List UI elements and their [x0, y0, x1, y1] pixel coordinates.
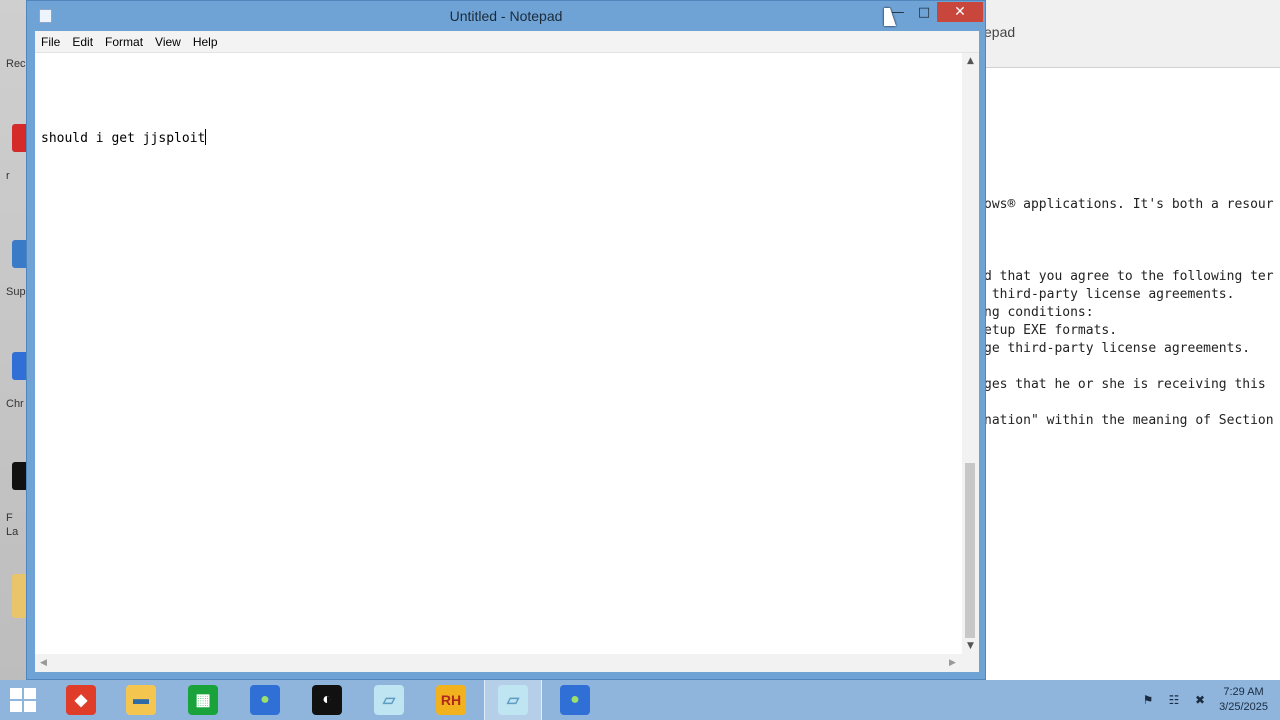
windows-logo-icon [10, 688, 22, 699]
background-text-line [984, 394, 1274, 412]
maximize-button[interactable]: □ [911, 2, 937, 22]
volume-muted-icon[interactable]: ✖ [1193, 693, 1207, 707]
mouse-pointer-icon [884, 8, 896, 26]
notepad-titlebar[interactable]: Untitled - Notepad — □ ✕ [27, 1, 985, 31]
editor-text[interactable]: should i get jjsploit [41, 129, 207, 146]
windows-logo-pane [24, 688, 36, 699]
taskbar: ◆ ▬ ▦ ● ◐ ▱ RH ▱ ● ⚑ ☷ ✖ 7:29 AM 3/25/2025 [0, 680, 1280, 720]
taskbar-button-file-explorer[interactable]: ▬ [112, 680, 170, 720]
rh-icon: RH [436, 685, 466, 715]
background-text-line [984, 358, 1274, 376]
taskbar-button-rh[interactable]: RH [422, 680, 480, 720]
background-notepad-window[interactable]: epad ows® applications. It's both a reso… [980, 0, 1280, 680]
background-text-line: ge third-party license agreements. [984, 341, 1251, 356]
notepad-active-icon: ▱ [498, 685, 528, 715]
menu-bar: File Edit Format View Help [35, 31, 979, 52]
clock-time: 7:29 AM [1223, 686, 1264, 698]
text-editor-area[interactable]: should i get jjsploit ▲ ▼ ◀ ▶ [35, 52, 979, 672]
taskbar-button-chrome[interactable]: ● [546, 680, 604, 720]
notepad-window[interactable]: Untitled - Notepad — □ ✕ File Edit Forma… [26, 0, 986, 680]
taskbar-button-browser[interactable]: ● [236, 680, 294, 720]
flag-icon[interactable]: ⚑ [1141, 693, 1155, 707]
taskbar-button-notepad-active[interactable]: ▱ [484, 680, 542, 720]
gamemaker-icon: ◆ [66, 685, 96, 715]
scroll-left-arrow-icon[interactable]: ◀ [35, 654, 52, 672]
desktop-icon-label: F [6, 512, 13, 524]
vertical-scroll-thumb[interactable] [965, 463, 975, 638]
menu-edit[interactable]: Edit [66, 35, 99, 49]
background-window-text: ows® applications. It's both a resour d … [984, 196, 1274, 430]
desktop-icon-label: La [6, 526, 19, 538]
menu-view[interactable]: View [149, 35, 187, 49]
taskbar-button-notepad-app[interactable]: ▱ [360, 680, 418, 720]
close-button[interactable]: ✕ [937, 2, 983, 22]
editor-text-content: should i get jjsploit [41, 131, 206, 146]
background-window-titlebar: epad [980, 0, 1280, 68]
background-text-line [984, 250, 1274, 268]
desktop-icon-label: Sup [6, 286, 26, 298]
taskbar-button-obs[interactable]: ◐ [298, 680, 356, 720]
background-text-line: etup EXE formats. [984, 323, 1118, 338]
text-caret [205, 129, 207, 145]
start-button[interactable] [10, 688, 38, 712]
desktop-icon-label: r [6, 170, 10, 182]
window-title: Untitled - Notepad [449, 8, 563, 24]
vertical-scrollbar[interactable]: ▲ ▼ [962, 53, 979, 655]
menu-help[interactable]: Help [187, 35, 224, 49]
background-text-line: ng conditions: [984, 305, 1094, 320]
background-text-line: ges that he or she is receiving this [984, 377, 1266, 392]
desktop-icon-label: Rec [6, 58, 26, 70]
background-text-line: third-party license agreements. [984, 287, 1235, 302]
chrome-icon: ● [560, 685, 590, 715]
desktop-icon-label: Chr [6, 398, 24, 410]
taskbar-button-store[interactable]: ▦ [174, 680, 232, 720]
background-text-line [984, 214, 1274, 232]
windows-logo-pane [10, 701, 22, 712]
clock-date: 3/25/2025 [1219, 701, 1268, 713]
network-icon[interactable]: ☷ [1167, 693, 1181, 707]
scroll-up-arrow-icon[interactable]: ▲ [962, 53, 979, 70]
taskbar-button-gamemaker[interactable]: ◆ [52, 680, 110, 720]
horizontal-scrollbar[interactable]: ◀ ▶ [35, 654, 979, 672]
notepad-app-icon: ▱ [374, 685, 404, 715]
background-text-line: d that you agree to the following ter [984, 269, 1274, 284]
obs-icon: ◐ [312, 685, 342, 715]
store-icon: ▦ [188, 685, 218, 715]
desktop-background: Rec r Sup Chr F La [0, 0, 28, 680]
file-explorer-icon: ▬ [126, 685, 156, 715]
windows-logo-pane [24, 701, 36, 712]
scroll-down-arrow-icon[interactable]: ▼ [962, 638, 979, 655]
browser-icon: ● [250, 685, 280, 715]
background-window-title: epad [984, 24, 1016, 40]
menu-format[interactable]: Format [99, 35, 149, 49]
system-tray: ⚑ ☷ ✖ 7:29 AM 3/25/2025 [1141, 680, 1268, 720]
background-text-line [984, 232, 1274, 250]
background-text-line: ows® applications. It's both a resour [984, 197, 1274, 212]
scroll-right-arrow-icon[interactable]: ▶ [944, 654, 961, 672]
clock[interactable]: 7:29 AM 3/25/2025 [1219, 685, 1268, 715]
background-text-line: nation" within the meaning of Section [984, 413, 1274, 428]
menu-file[interactable]: File [35, 35, 66, 49]
